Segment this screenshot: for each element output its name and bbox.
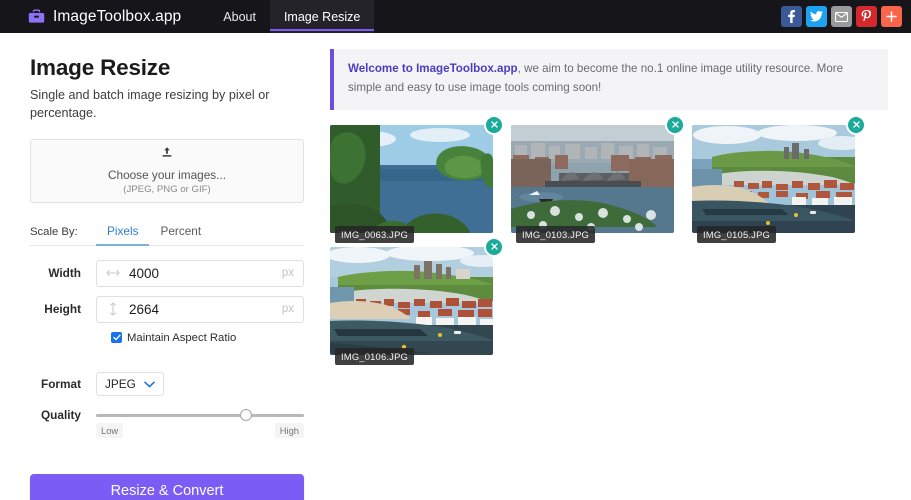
quality-label: Quality: [30, 408, 96, 422]
pinterest-icon[interactable]: [856, 6, 877, 27]
format-label: Format: [30, 377, 96, 391]
width-value: 4000: [129, 266, 282, 281]
chevron-down-icon: [144, 375, 155, 393]
welcome-banner-bold: Welcome to ImageToolbox.app: [348, 62, 518, 75]
quality-slider-thumb[interactable]: [240, 409, 252, 421]
tab-pixels[interactable]: Pixels: [96, 221, 149, 245]
quality-high-label: High: [275, 423, 304, 438]
close-icon[interactable]: [486, 117, 502, 133]
thumbnail-card[interactable]: IMG_0106.JPG: [330, 247, 493, 355]
scale-by-label: Scale By:: [30, 226, 96, 245]
quality-slider[interactable]: Low High: [96, 408, 304, 438]
thumbnail-card[interactable]: IMG_0063.JPG: [330, 125, 493, 233]
format-row: Format JPEG: [30, 372, 312, 396]
share-more-icon[interactable]: [881, 6, 902, 27]
facebook-icon[interactable]: [781, 6, 802, 27]
upload-icon: [160, 146, 174, 165]
thumbnail-image: [330, 247, 493, 355]
close-icon[interactable]: [667, 117, 683, 133]
thumbnail-card[interactable]: IMG_0105.JPG: [692, 125, 855, 233]
thumbnail-grid: IMG_0063.JPG: [330, 125, 888, 355]
format-select[interactable]: JPEG: [96, 372, 164, 396]
tab-percent[interactable]: Percent: [149, 221, 212, 245]
vertical-arrow-icon: [106, 302, 120, 316]
brand[interactable]: ImageToolbox.app: [0, 0, 199, 33]
close-icon[interactable]: [486, 239, 502, 255]
toolbox-icon: [28, 9, 45, 24]
nav-link-image-resize[interactable]: Image Resize: [270, 0, 374, 33]
width-input[interactable]: 4000 px: [96, 260, 304, 287]
dropzone-formats-text: (JPEG, PNG or GIF): [123, 184, 210, 195]
thumbnail-card[interactable]: IMG_0103.JPG: [511, 125, 674, 233]
height-unit: px: [282, 303, 294, 315]
width-label: Width: [30, 266, 96, 280]
scale-by-tabs: Scale By: Pixels Percent: [30, 221, 304, 246]
thumbnail-filename: IMG_0103.JPG: [516, 226, 595, 243]
quality-low-label: Low: [96, 423, 123, 438]
maintain-aspect-ratio-checkbox[interactable]: [111, 332, 122, 343]
nav-links: About Image Resize: [209, 0, 374, 33]
quality-range-labels: Low High: [96, 423, 304, 438]
maintain-aspect-ratio-label: Maintain Aspect Ratio: [127, 332, 236, 344]
quality-row: Quality Low High: [30, 408, 312, 438]
thumbnail-image: [511, 125, 674, 233]
horizontal-arrow-icon: [106, 269, 120, 277]
height-label: Height: [30, 302, 96, 316]
page-subtitle: Single and batch image resizing by pixel…: [30, 86, 280, 123]
thumbnail-filename: IMG_0063.JPG: [335, 226, 414, 243]
height-field-row: Height 2664 px: [30, 296, 312, 323]
thumbnail-image: [692, 125, 855, 233]
format-value: JPEG: [105, 377, 136, 391]
height-value: 2664: [129, 302, 282, 317]
main-content: Image Resize Single and batch image resi…: [0, 33, 911, 500]
twitter-icon[interactable]: [806, 6, 827, 27]
height-input[interactable]: 2664 px: [96, 296, 304, 323]
email-icon[interactable]: [831, 6, 852, 27]
settings-panel: Image Resize Single and batch image resi…: [0, 33, 312, 500]
page-title: Image Resize: [30, 55, 312, 81]
resize-convert-button[interactable]: Resize & Convert: [30, 474, 304, 500]
quality-slider-track[interactable]: [96, 414, 304, 417]
social-share-bar: [781, 0, 911, 33]
thumbnail-filename: IMG_0105.JPG: [697, 226, 776, 243]
width-unit: px: [282, 267, 294, 279]
nav-link-about[interactable]: About: [209, 0, 270, 33]
thumbnail-image: [330, 125, 493, 233]
dropzone-main-text: Choose your images...: [108, 168, 226, 182]
thumbnail-filename: IMG_0106.JPG: [335, 348, 414, 365]
width-field-row: Width 4000 px: [30, 260, 312, 287]
brand-name: ImageToolbox.app: [53, 8, 181, 26]
maintain-aspect-ratio-row[interactable]: Maintain Aspect Ratio: [111, 332, 312, 344]
welcome-banner: Welcome to ImageToolbox.app, we aim to b…: [330, 49, 888, 110]
navbar: ImageToolbox.app About Image Resize: [0, 0, 911, 33]
results-panel: Welcome to ImageToolbox.app, we aim to b…: [312, 33, 911, 500]
file-dropzone[interactable]: Choose your images... (JPEG, PNG or GIF): [30, 139, 304, 203]
close-icon[interactable]: [848, 117, 864, 133]
